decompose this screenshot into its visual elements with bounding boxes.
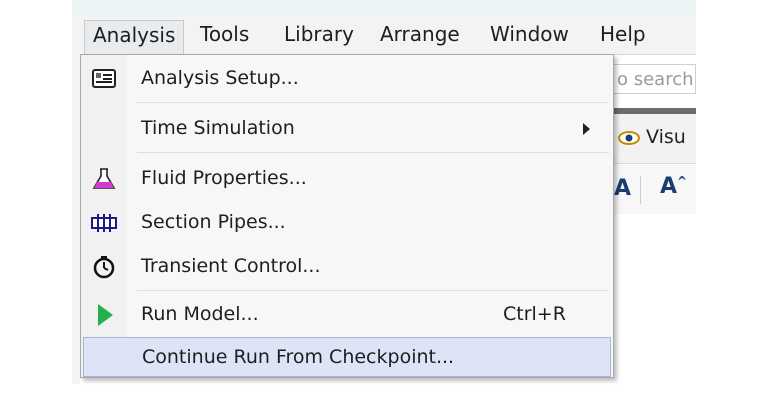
menu-item-fluid-properties[interactable]: Fluid Properties... bbox=[83, 159, 611, 199]
menu-item-label: Run Model... bbox=[141, 303, 259, 325]
section-pipes-icon bbox=[91, 214, 117, 232]
menu-item-continue-run-from-checkpoint[interactable]: Continue Run From Checkpoint... bbox=[83, 337, 611, 377]
visual-label: Visu bbox=[646, 126, 686, 148]
menu-help[interactable]: Help bbox=[592, 20, 654, 48]
app-window: Analysis Tools Library Arrange Window He… bbox=[0, 0, 768, 402]
left-panel-edge bbox=[72, 54, 80, 384]
menu-window[interactable]: Window bbox=[482, 20, 577, 48]
caret-up-icon: ^ bbox=[677, 174, 688, 188]
eye-icon bbox=[618, 130, 640, 145]
menu-bar: Analysis Tools Library Arrange Window He… bbox=[72, 14, 696, 55]
menu-tools[interactable]: Tools bbox=[192, 20, 257, 48]
analysis-menu: Analysis Setup... Time Simulation Fluid … bbox=[80, 54, 614, 378]
menu-item-analysis-setup[interactable]: Analysis Setup... bbox=[83, 59, 611, 99]
menu-item-label: Continue Run From Checkpoint... bbox=[142, 346, 455, 368]
grow-font-button[interactable]: A^ bbox=[660, 174, 687, 199]
menu-separator bbox=[137, 152, 609, 153]
menu-item-section-pipes[interactable]: Section Pipes... bbox=[83, 203, 611, 243]
menu-item-run-model[interactable]: Run Model... Ctrl+R bbox=[83, 295, 611, 335]
menu-item-transient-control[interactable]: Transient Control... bbox=[83, 247, 611, 287]
toolbar-separator bbox=[640, 176, 641, 204]
title-bar bbox=[72, 0, 696, 14]
analysis-setup-icon bbox=[92, 69, 116, 88]
menu-library[interactable]: Library bbox=[276, 20, 362, 48]
stopwatch-icon bbox=[93, 256, 115, 279]
menu-separator bbox=[137, 102, 609, 103]
menu-arrange[interactable]: Arrange bbox=[372, 20, 468, 48]
submenu-arrow-icon bbox=[583, 123, 590, 135]
search-input[interactable]: o search. bbox=[612, 64, 696, 94]
flask-icon bbox=[92, 168, 116, 189]
menu-item-label: Fluid Properties... bbox=[141, 167, 307, 189]
menu-item-shortcut: Ctrl+R bbox=[503, 303, 566, 325]
menu-item-label: Transient Control... bbox=[141, 255, 321, 277]
menu-analysis[interactable]: Analysis bbox=[84, 20, 185, 55]
menu-item-time-simulation[interactable]: Time Simulation bbox=[83, 109, 611, 149]
menu-item-label: Time Simulation bbox=[141, 117, 295, 139]
menu-separator bbox=[137, 290, 609, 291]
run-play-icon bbox=[98, 304, 113, 326]
visual-button[interactable]: Visu bbox=[618, 126, 686, 148]
menu-item-label: Analysis Setup... bbox=[141, 67, 299, 89]
font-tool-a[interactable]: A bbox=[614, 176, 631, 201]
menu-item-label: Section Pipes... bbox=[141, 211, 286, 233]
grow-font-label: A bbox=[660, 174, 678, 199]
